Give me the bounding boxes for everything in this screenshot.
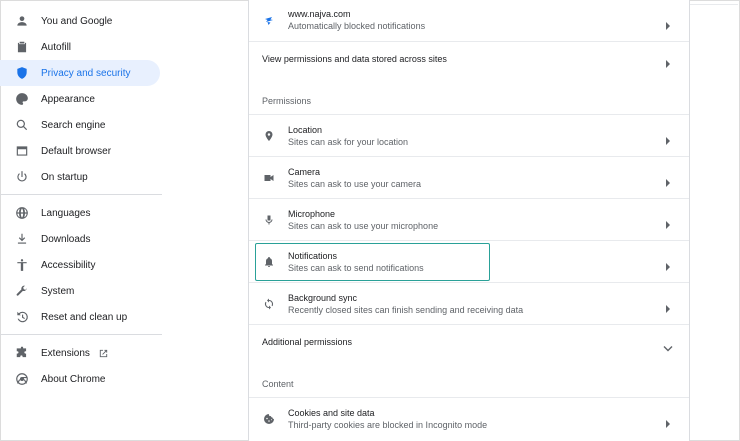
sidebar-item-on-startup[interactable]: On startup — [0, 164, 160, 190]
sidebar-divider — [0, 334, 162, 335]
privacy-settings-card: www.najva.com Automatically blocked noti… — [248, 0, 690, 441]
sidebar-item-label: System — [41, 285, 75, 297]
site-row-najva[interactable]: www.najva.com Automatically blocked noti… — [249, 0, 689, 41]
permission-row-background-sync[interactable]: Background sync Recently closed sites ca… — [249, 282, 689, 325]
additional-permissions-label: Additional permissions — [262, 337, 353, 347]
site-title: www.najva.com — [288, 9, 351, 19]
sidebar-item-label: Reset and clean up — [41, 311, 128, 323]
sidebar-item-label: You and Google — [41, 15, 113, 27]
sidebar-item-accessibility[interactable]: Accessibility — [0, 252, 160, 278]
sidebar-item-default-browser[interactable]: Default browser — [0, 138, 160, 164]
permission-title: Location — [288, 124, 323, 135]
sidebar-item-downloads[interactable]: Downloads — [0, 226, 160, 252]
shield-icon — [15, 66, 29, 80]
sidebar-item-label: Accessibility — [41, 259, 96, 271]
sidebar-item-reset-and-clean-up[interactable]: Reset and clean up — [0, 304, 160, 330]
download-icon — [15, 232, 29, 246]
location-pin-icon — [262, 129, 276, 143]
sidebar-item-appearance[interactable]: Appearance — [0, 86, 160, 112]
sync-icon — [262, 297, 276, 311]
sidebar-item-languages[interactable]: Languages — [0, 200, 160, 226]
sidebar-item-about-chrome[interactable]: About Chrome — [0, 366, 160, 392]
sidebar-item-label: Autofill — [41, 41, 72, 53]
permission-title: Background sync — [288, 292, 358, 303]
sidebar-item-system[interactable]: System — [0, 278, 160, 304]
chevron-right-icon — [665, 216, 671, 229]
permission-row-microphone[interactable]: Microphone Sites can ask to use your mic… — [249, 198, 689, 241]
sidebar-divider — [0, 194, 162, 195]
permission-title: Microphone — [288, 208, 336, 219]
permission-subtitle: Recently closed sites can finish sending… — [288, 304, 524, 315]
search-icon — [15, 118, 29, 132]
sidebar-item-label: About Chrome — [41, 373, 106, 385]
chevron-right-icon — [665, 415, 671, 428]
chevron-down-icon — [663, 339, 673, 352]
view-permissions-label: View permissions and data stored across … — [262, 54, 447, 64]
globe-icon — [15, 206, 29, 220]
sidebar-item-label: Privacy and security — [41, 67, 131, 79]
view-permissions-row[interactable]: View permissions and data stored across … — [249, 41, 689, 76]
wrench-icon — [15, 284, 29, 298]
sidebar-item-label: Default browser — [41, 145, 112, 157]
cookies-subtitle: Third-party cookies are blocked in Incog… — [288, 419, 488, 430]
settings-sidebar: You and Google Autofill Privacy and secu… — [0, 0, 170, 441]
sidebar-item-privacy-and-security[interactable]: Privacy and security — [0, 60, 160, 86]
bell-icon — [262, 255, 276, 269]
restore-icon — [15, 310, 29, 324]
puzzle-icon — [15, 346, 29, 360]
sidebar-item-search-engine[interactable]: Search engine — [0, 112, 160, 138]
permission-subtitle: Sites can ask to use your microphone — [288, 220, 439, 231]
sidebar-item-label: Appearance — [41, 93, 95, 105]
browser-icon — [15, 144, 29, 158]
content-heading: Content — [262, 379, 294, 389]
sidebar-item-autofill[interactable]: Autofill — [0, 34, 160, 60]
permission-row-location[interactable]: Location Sites can ask for your location — [249, 114, 689, 157]
sidebar-item-you-and-google[interactable]: You and Google — [0, 8, 160, 34]
sidebar-item-label: Extensions — [41, 347, 90, 359]
clipboard-icon — [15, 40, 29, 54]
permissions-heading: Permissions — [262, 96, 312, 106]
power-icon — [15, 170, 29, 184]
chevron-right-icon — [665, 55, 671, 68]
additional-permissions-row[interactable]: Additional permissions — [249, 324, 689, 359]
permission-title: Camera — [288, 166, 321, 177]
sidebar-item-label: Downloads — [41, 233, 91, 245]
microphone-icon — [262, 213, 276, 227]
sidebar-item-label: Search engine — [41, 119, 106, 131]
open-in-new-icon — [98, 348, 109, 359]
cookie-icon — [262, 412, 276, 426]
camera-icon — [262, 171, 276, 185]
sidebar-item-label: On startup — [41, 171, 88, 183]
najva-site-icon — [262, 14, 276, 28]
sidebar-item-extensions[interactable]: Extensions — [0, 340, 160, 366]
chevron-right-icon — [665, 17, 671, 30]
chevron-right-icon — [665, 258, 671, 271]
permission-subtitle: Sites can ask for your location — [288, 136, 409, 147]
permission-title: Notifications — [288, 250, 338, 261]
sidebar-item-label: Languages — [41, 207, 91, 219]
chevron-right-icon — [665, 300, 671, 313]
chevron-right-icon — [665, 174, 671, 187]
cookies-title: Cookies and site data — [288, 407, 375, 418]
permission-row-notifications[interactable]: Notifications Sites can ask to send noti… — [249, 240, 689, 283]
permission-subtitle: Sites can ask to send notifications — [288, 262, 424, 273]
chevron-right-icon — [665, 132, 671, 145]
accessibility-icon — [15, 258, 29, 272]
site-subtitle: Automatically blocked notifications — [288, 21, 426, 31]
person-icon — [15, 14, 29, 28]
page-divider — [690, 4, 738, 5]
chrome-icon — [15, 372, 29, 386]
permission-row-camera[interactable]: Camera Sites can ask to use your camera — [249, 156, 689, 199]
permission-subtitle: Sites can ask to use your camera — [288, 178, 422, 189]
content-row-cookies[interactable]: Cookies and site data Third-party cookie… — [249, 397, 689, 440]
palette-icon — [15, 92, 29, 106]
